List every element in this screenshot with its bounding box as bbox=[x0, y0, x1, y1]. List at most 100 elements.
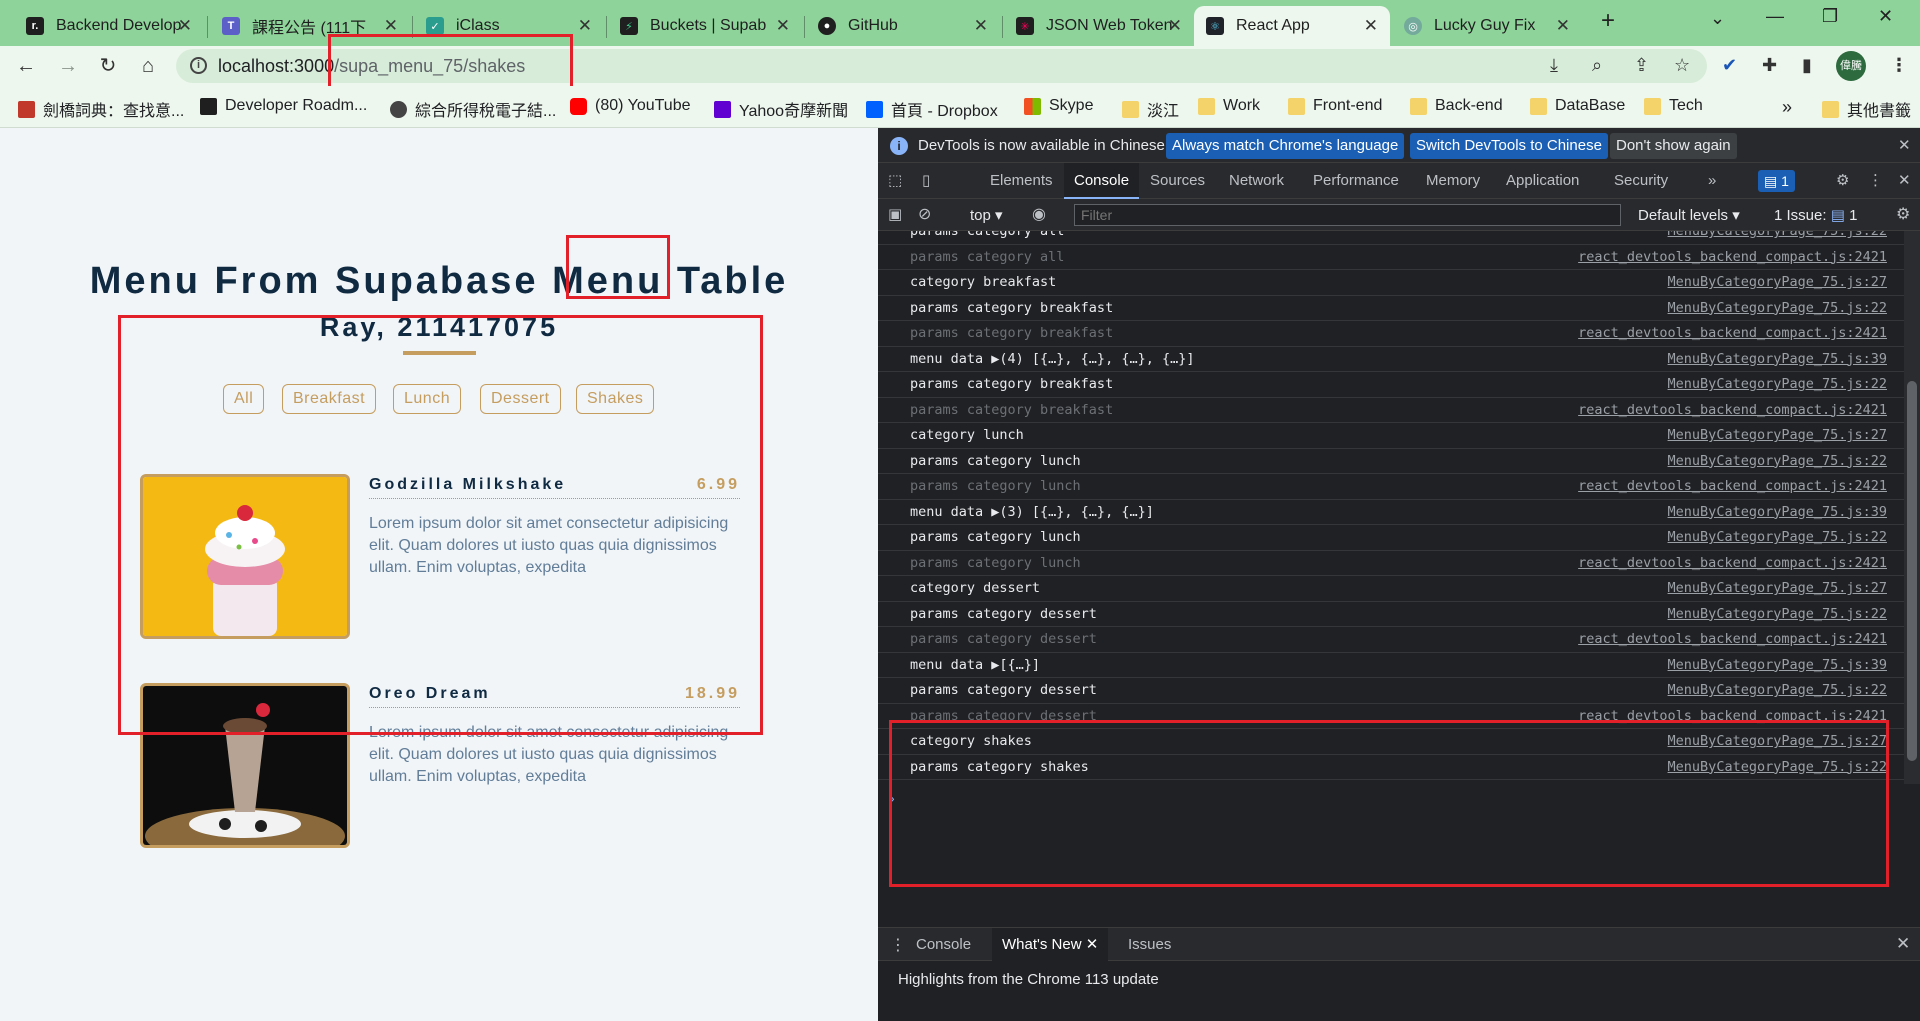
settings-gear-icon[interactable]: ⚙ bbox=[1826, 163, 1859, 199]
browser-tab-jwt[interactable]: ✳ JSON Web Token ✕ bbox=[1004, 6, 1194, 46]
console-source-link[interactable]: MenuByCategoryPage_75.js:22 bbox=[1668, 376, 1887, 392]
bookmark-folder-database[interactable]: DataBase bbox=[1530, 97, 1625, 115]
inspect-element-icon[interactable]: ⬚ bbox=[888, 163, 912, 199]
close-icon[interactable]: ✕ bbox=[776, 16, 790, 36]
home-icon[interactable]: ⌂ bbox=[134, 52, 162, 80]
console-source-link[interactable]: react_devtools_backend_compact.js:2421 bbox=[1578, 631, 1887, 647]
bookmarks-overflow[interactable]: » bbox=[1782, 97, 1792, 118]
browser-tab-react-app[interactable]: ⚛ React App ✕ bbox=[1194, 6, 1390, 46]
console-source-link[interactable]: MenuByCategoryPage_75.js:22 bbox=[1668, 529, 1887, 545]
bookmark-folder-backend[interactable]: Back-end bbox=[1410, 97, 1503, 115]
bookmark-folder-tech[interactable]: Tech bbox=[1644, 97, 1703, 115]
scrollbar-thumb[interactable] bbox=[1907, 381, 1917, 761]
bookmark-skype[interactable]: Skype bbox=[1024, 97, 1093, 115]
console-source-link[interactable]: MenuByCategoryPage_75.js:27 bbox=[1668, 274, 1887, 290]
window-close-icon[interactable]: ✕ bbox=[1878, 6, 1893, 27]
console-scrollbar[interactable] bbox=[1904, 231, 1920, 784]
console-source-link[interactable]: react_devtools_backend_compact.js:2421 bbox=[1578, 249, 1887, 265]
bookmark-star-icon[interactable]: ☆ bbox=[1674, 55, 1690, 76]
console-filter-input[interactable] bbox=[1074, 204, 1621, 226]
switch-to-chinese-button[interactable]: Switch DevTools to Chinese bbox=[1410, 133, 1608, 159]
clear-console-icon[interactable]: ⊘ bbox=[918, 204, 931, 224]
close-icon[interactable]: ✕ bbox=[178, 16, 192, 36]
tab-elements[interactable]: Elements bbox=[980, 163, 1063, 199]
close-icon[interactable]: ✕ bbox=[1898, 136, 1911, 154]
reload-icon[interactable]: ↻ bbox=[94, 52, 122, 80]
console-source-link[interactable]: MenuByCategoryPage_75.js:39 bbox=[1668, 504, 1887, 520]
drawer-tab-console[interactable]: Console bbox=[906, 928, 981, 961]
eye-icon[interactable]: ◉ bbox=[1032, 204, 1046, 224]
console-source-link[interactable]: MenuByCategoryPage_75.js:22 bbox=[1668, 682, 1887, 698]
share-icon[interactable]: ⇪ bbox=[1634, 55, 1649, 76]
browser-tab-supabase[interactable]: ⚡ Buckets | Supab ✕ bbox=[608, 6, 802, 46]
site-info-icon[interactable]: i bbox=[190, 57, 207, 74]
device-toolbar-icon[interactable]: ▯ bbox=[922, 163, 946, 199]
close-icon[interactable]: ✕ bbox=[1086, 936, 1099, 953]
close-icon[interactable]: ✕ bbox=[1364, 16, 1378, 36]
close-drawer-icon[interactable]: ✕ bbox=[1896, 934, 1910, 954]
tab-security[interactable]: Security bbox=[1604, 163, 1678, 199]
install-icon[interactable]: ⤓ bbox=[1550, 55, 1558, 76]
close-devtools-icon[interactable]: ✕ bbox=[1888, 163, 1920, 199]
drawer-tab-issues[interactable]: Issues bbox=[1118, 928, 1181, 961]
browser-tab-github[interactable]: ● GitHub ✕ bbox=[806, 6, 1000, 46]
new-tab-plus-icon[interactable]: + bbox=[1601, 7, 1615, 35]
close-icon[interactable]: ✕ bbox=[1168, 16, 1182, 36]
tab-console[interactable]: Console bbox=[1064, 163, 1140, 199]
bookmark-cambridge[interactable]: 劍橋詞典：查找意... bbox=[18, 97, 184, 121]
tab-search-chevron-icon[interactable]: ⌄ bbox=[1710, 8, 1725, 29]
side-panel-icon[interactable]: ▮ bbox=[1802, 55, 1812, 76]
log-levels-dropdown[interactable]: Default levels ▾ bbox=[1638, 206, 1740, 224]
bookmark-roadmap[interactable]: Developer Roadm... bbox=[200, 97, 367, 115]
console-source-link[interactable]: MenuByCategoryPage_75.js:39 bbox=[1668, 351, 1887, 367]
issues-counter[interactable]: 1 Issue: ▤ 1 bbox=[1774, 206, 1857, 224]
browser-tab-chatgpt[interactable]: ◎ Lucky Guy Fix ✕ bbox=[1392, 6, 1582, 46]
console-source-link[interactable]: MenuByCategoryPage_75.js:39 bbox=[1668, 657, 1887, 673]
restore-icon[interactable]: ❐ bbox=[1822, 6, 1838, 27]
avatar[interactable]: 偉騰 bbox=[1836, 51, 1866, 81]
bookmark-other-folder[interactable]: 其他書籤 bbox=[1822, 97, 1911, 121]
bookmark-folder-tamkang[interactable]: 淡江 bbox=[1122, 97, 1179, 121]
bookmark-youtube[interactable]: (80) YouTube bbox=[570, 97, 690, 115]
console-source-link[interactable]: MenuByCategoryPage_75.js:27 bbox=[1668, 580, 1887, 596]
context-selector[interactable]: top ▾ bbox=[970, 206, 1003, 224]
close-icon[interactable]: ✕ bbox=[1556, 16, 1570, 36]
minimize-icon[interactable]: — bbox=[1766, 6, 1784, 27]
console-source-link[interactable]: react_devtools_backend_compact.js:2421 bbox=[1578, 402, 1887, 418]
close-icon[interactable]: ✕ bbox=[578, 16, 592, 36]
tab-memory[interactable]: Memory bbox=[1416, 163, 1490, 199]
console-source-link[interactable]: MenuByCategoryPage_75.js:27 bbox=[1668, 427, 1887, 443]
issues-badge[interactable]: ▤ 1 bbox=[1758, 170, 1795, 192]
dont-show-again-button[interactable]: Don't show again bbox=[1610, 133, 1737, 159]
tab-network[interactable]: Network bbox=[1219, 163, 1294, 199]
browser-tab-backend[interactable]: r. Backend Develop ✕ bbox=[14, 6, 204, 46]
kebab-menu-icon[interactable]: ⋮ bbox=[1890, 55, 1908, 76]
always-match-language-button[interactable]: Always match Chrome's language bbox=[1166, 133, 1405, 159]
bookmark-yahoo[interactable]: Yahoo奇摩新聞 bbox=[714, 97, 848, 121]
console-source-link[interactable]: MenuByCategoryPage_75.js:22 bbox=[1668, 231, 1887, 239]
bookmark-dropbox[interactable]: 首頁 - Dropbox bbox=[866, 97, 998, 121]
console-source-link[interactable]: react_devtools_backend_compact.js:2421 bbox=[1578, 555, 1887, 571]
tab-application[interactable]: Application bbox=[1496, 163, 1589, 199]
drawer-tab-whats-new[interactable]: What's New ✕ bbox=[992, 928, 1109, 961]
zoom-icon[interactable]: ⌕ bbox=[1592, 55, 1602, 76]
console-source-link[interactable]: MenuByCategoryPage_75.js:22 bbox=[1668, 453, 1887, 469]
forward-arrow-icon[interactable]: → bbox=[54, 52, 82, 80]
bookmark-tax[interactable]: 綜合所得稅電子結... bbox=[390, 97, 556, 121]
extensions-puzzle-icon[interactable]: ✚ bbox=[1762, 55, 1777, 76]
back-arrow-icon[interactable]: ← bbox=[12, 52, 40, 80]
bookmark-folder-frontend[interactable]: Front-end bbox=[1288, 97, 1382, 115]
sidebar-toggle-icon[interactable]: ▣ bbox=[888, 205, 902, 223]
console-source-link[interactable]: MenuByCategoryPage_75.js:22 bbox=[1668, 300, 1887, 316]
console-source-link[interactable]: MenuByCategoryPage_75.js:22 bbox=[1668, 606, 1887, 622]
tab-sources[interactable]: Sources bbox=[1140, 163, 1215, 199]
console-source-link[interactable]: react_devtools_backend_compact.js:2421 bbox=[1578, 478, 1887, 494]
console-source-link[interactable]: react_devtools_backend_compact.js:2421 bbox=[1578, 325, 1887, 341]
extension-check-icon[interactable]: ✔ bbox=[1722, 55, 1737, 76]
tab-performance[interactable]: Performance bbox=[1303, 163, 1409, 199]
more-tabs-chevron-icon[interactable]: » bbox=[1698, 163, 1726, 199]
drawer-menu-icon[interactable]: ⋮ bbox=[890, 935, 906, 955]
bookmark-folder-work[interactable]: Work bbox=[1198, 97, 1260, 115]
close-icon[interactable]: ✕ bbox=[384, 16, 398, 36]
close-icon[interactable]: ✕ bbox=[974, 16, 988, 36]
